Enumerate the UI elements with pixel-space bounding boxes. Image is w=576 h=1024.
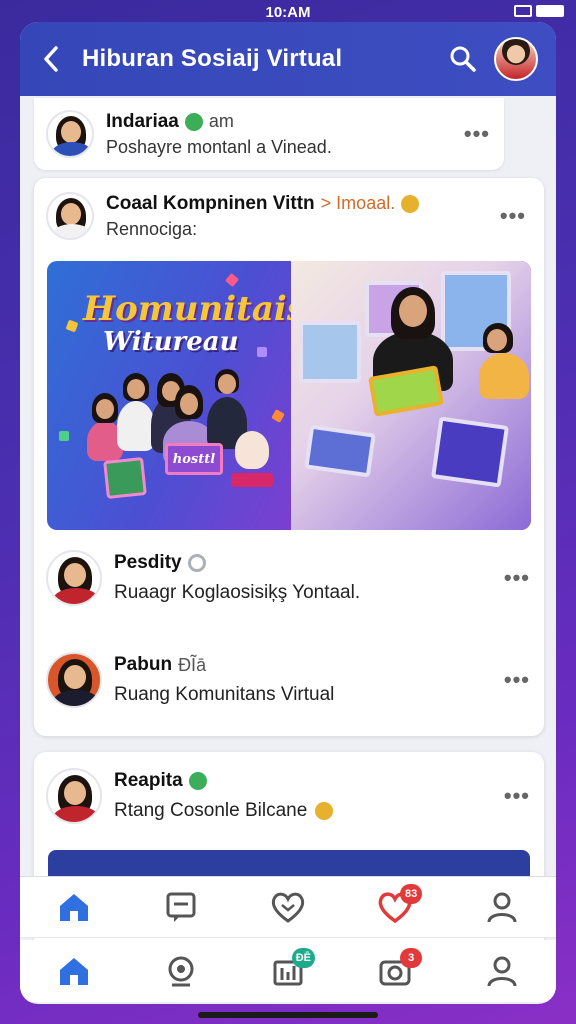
verified-badge-icon [184,112,203,131]
post-banner-image[interactable]: Homunitais Witureau hosttl [47,261,531,530]
post-author: Indariaa [106,110,179,132]
bottom-nav-primary: 83 [20,876,556,938]
back-arrow-icon[interactable] [38,46,64,72]
bottom-nav-secondary: ĐĒ 3 [20,940,556,1002]
post-time: am [208,111,234,131]
more-options-icon[interactable]: ••• [504,565,530,591]
status-bar: 10:AM [0,0,576,24]
more-options-icon[interactable]: ••• [500,203,526,229]
nav-webcam-icon[interactable] [156,946,206,996]
nav-profile-icon[interactable] [477,946,527,996]
more-options-icon[interactable]: ••• [504,783,530,809]
avatar [46,768,102,824]
stats-badge: ĐĒ [291,948,315,968]
list-item[interactable]: Pabun ĐĨā Ruang Komunitans Virtual ••• [46,652,530,708]
post-text: Ruang Komunitans Virtual [114,684,335,705]
featured-post-card: Coaal Kompninen Vittn > Imoaal. Rennocig… [34,178,544,736]
avatar [46,110,94,158]
home-indicator [198,1012,378,1018]
avatar [46,192,94,240]
more-options-icon[interactable]: ••• [464,121,490,147]
search-icon[interactable] [446,42,480,76]
notification-count: 83 [400,884,423,904]
camera-badge: 3 [400,948,423,968]
list-item[interactable]: Reapita Rtang Cosonle Bilcane ••• [46,768,530,824]
more-options-icon[interactable]: ••• [504,667,530,693]
app-header: Hiburan Sosiaij Virtual [20,22,556,96]
post-tag: > Imoaal. [320,193,396,213]
post-author: Pesdity [114,552,182,573]
status-time: 10:AM [265,3,311,21]
nav-stats-icon[interactable]: ĐĒ [263,946,315,996]
post-author: Reapita [114,770,183,791]
profile-avatar[interactable] [494,37,538,81]
post-text: Ruaagr Koglaosisiķş Yontaal. [114,582,361,603]
nav-notifications-icon[interactable]: 83 [370,882,423,932]
gold-badge-icon [315,802,334,820]
post-text: Rtang Cosonle Bilcane [114,800,308,821]
banner-title: Homunitais [83,289,306,329]
post-author: Pabun [114,654,173,675]
nav-favorites-icon[interactable] [263,882,313,932]
post-text: Poshayre montanl a Vinead. [106,136,332,157]
nav-camera-icon[interactable]: 3 [370,946,423,996]
page-title: Hiburan Sosiaij Virtual [82,45,343,72]
banner-photo [291,261,531,530]
avatar [46,550,102,606]
nav-messages-icon[interactable] [156,882,206,932]
list-item[interactable]: Pesdity Ruaagr Koglaosisiķş Yontaal. ••• [46,550,530,606]
post-card-top[interactable]: Indariaa am Poshayre montanl a Vinead. •… [34,98,504,170]
post-text: Rennociga: [106,218,198,239]
nav-home-icon[interactable] [49,946,99,996]
post-author: Coaal Kompninen Vittn [106,192,315,214]
banner-subtitle: Witureau [103,327,239,357]
battery-icon [514,5,564,17]
nav-home-icon[interactable] [49,882,99,932]
post-badge: ĐĨā [178,654,207,675]
app-window: Hiburan Sosiaij Virtual Indariaa am Posh… [20,22,556,1004]
status-badge-icon [187,554,206,572]
avatar [46,652,102,708]
nav-profile-icon[interactable] [477,882,527,932]
gold-badge-icon [401,194,420,213]
verified-badge-icon [188,772,207,790]
banner-sign: hosttl [165,443,223,475]
